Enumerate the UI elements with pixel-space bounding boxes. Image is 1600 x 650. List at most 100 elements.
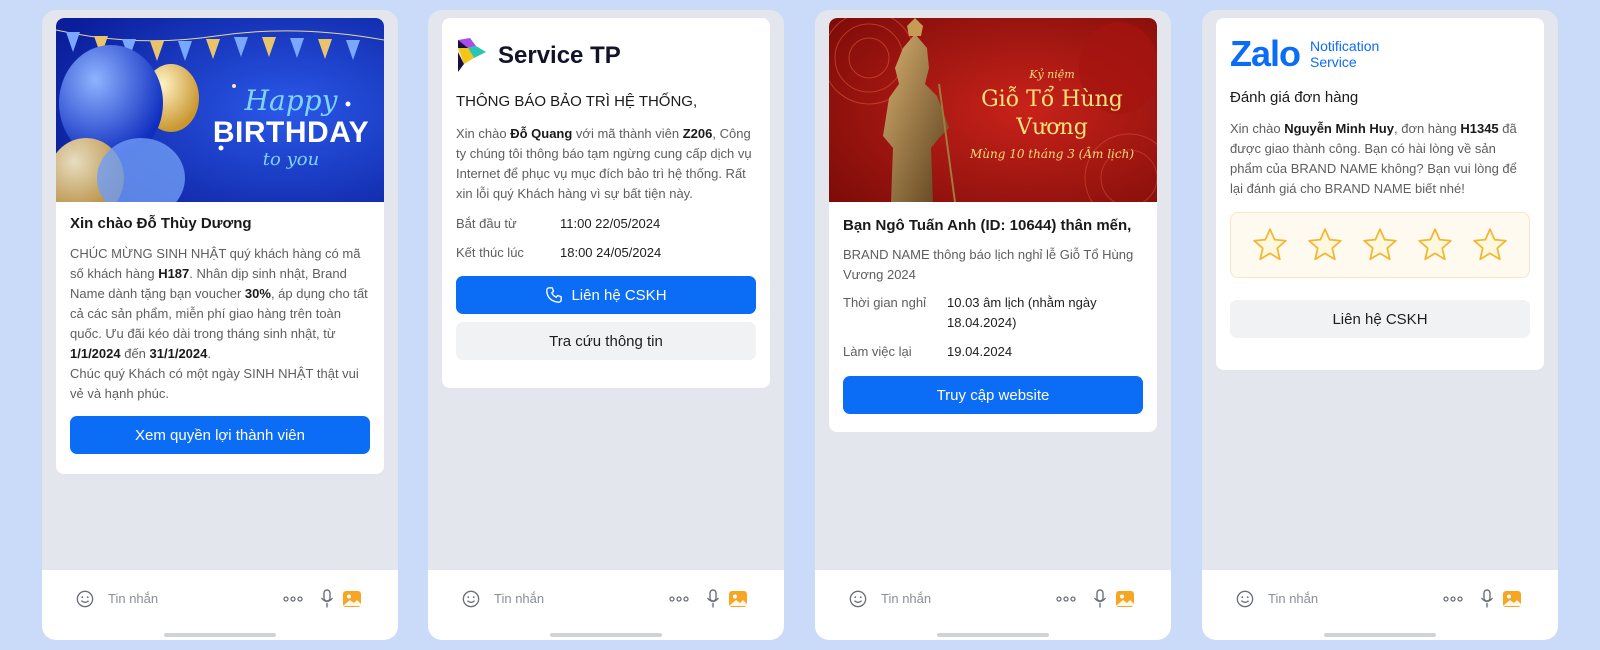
more-icon[interactable] [1055, 590, 1077, 608]
customer-code: H187 [158, 266, 190, 281]
info-label: Kết thúc lúc [456, 245, 524, 260]
message-card: Happy BIRTHDAY to you Xin chào Đỗ Thùy D… [56, 18, 384, 474]
body-text: đến [120, 346, 150, 361]
message-card: Kỷ niệm Giỗ Tổ Hùng Vương Mùng 10 tháng … [829, 18, 1157, 432]
home-indicator [164, 633, 276, 637]
home-indicator [937, 633, 1049, 637]
info-value: 11:00 22/05/2024 [560, 216, 661, 231]
member-code: Z206 [682, 126, 713, 141]
contact-support-button[interactable]: Liên hệ CSKH [1230, 300, 1530, 338]
chat-input-bar: Tin nhắn [815, 570, 1171, 640]
message-body: BRAND NAME thông báo lịch nghỉ lễ Giỗ Tổ… [843, 247, 1134, 282]
more-icon[interactable] [282, 590, 304, 608]
star-icon-2[interactable] [1306, 226, 1344, 264]
message-input[interactable]: Tin nhắn [108, 590, 158, 608]
banner-happy: Happy [244, 84, 338, 117]
chat-screen-holiday: Kỷ niệm Giỗ Tổ Hùng Vương Mùng 10 tháng … [815, 10, 1171, 640]
chat-input-bar: Tin nhắn [428, 570, 784, 640]
info-row-start: Bắt đầu từ 11:00 22/05/2024 [456, 214, 756, 234]
home-indicator [1324, 633, 1436, 637]
image-icon[interactable] [1115, 589, 1135, 609]
image-icon[interactable] [342, 589, 362, 609]
emoji-icon[interactable] [849, 590, 867, 608]
star-icon-1[interactable] [1251, 226, 1289, 264]
info-value: 19.04.2024 [947, 344, 1013, 359]
start-date: 1/1/2024 [70, 346, 121, 361]
chat-screen-birthday: Happy BIRTHDAY to you Xin chào Đỗ Thùy D… [42, 10, 398, 640]
star-icon-4[interactable] [1416, 226, 1454, 264]
info-value: 18:00 24/05/2024 [560, 245, 662, 260]
greeting: Xin chào Đỗ Thùy Dương [70, 215, 252, 232]
info-row-end: Kết thúc lúc 18:00 24/05/2024 [456, 243, 756, 263]
message-card: Zalo Notification Service Đánh giá đơn h… [1216, 18, 1544, 370]
wish-text: Chúc quý Khách có một ngày SINH NHẬT thậ… [70, 366, 359, 401]
service-tp-logo-icon [458, 38, 486, 72]
image-icon[interactable] [728, 589, 748, 609]
brand-sub-line1: Notification [1310, 38, 1380, 54]
more-icon[interactable] [668, 590, 690, 608]
banner-small: Kỷ niệm [1029, 68, 1075, 81]
notice-title: THÔNG BÁO BẢO TRÌ HỆ THỐNG, [456, 93, 698, 110]
body-text: Xin chào [1230, 121, 1285, 136]
banner-title: Giỗ Tổ Hùng Vương [981, 87, 1123, 140]
body-text: . [207, 346, 211, 361]
microphone-icon[interactable] [320, 589, 334, 609]
emoji-icon[interactable] [76, 590, 94, 608]
microphone-icon[interactable] [706, 589, 720, 609]
emoji-icon[interactable] [1236, 590, 1254, 608]
member-name: Đỗ Quang [510, 126, 573, 141]
home-indicator [550, 633, 662, 637]
zalo-logo: Zalo [1230, 33, 1301, 74]
chat-input-bar: Tin nhắn [1202, 570, 1558, 640]
holiday-banner: Kỷ niệm Giỗ Tổ Hùng Vương Mùng 10 tháng … [829, 18, 1157, 202]
star-icon-3[interactable] [1361, 226, 1399, 264]
star-rating [1230, 212, 1530, 278]
info-value: 10.03 âm lịch (nhằm ngày 18.04.2024) [947, 295, 1097, 330]
more-icon[interactable] [1442, 590, 1464, 608]
customer-name: Nguyễn Minh Huy [1284, 121, 1394, 136]
chat-input-bar: Tin nhắn [42, 570, 398, 640]
brand-header: Service TP [456, 38, 756, 74]
brand-subtitle: Notification Service [1310, 38, 1379, 70]
member-benefits-button[interactable]: Xem quyền lợi thành viên [70, 416, 370, 454]
visit-website-button[interactable]: Truy cập website [843, 376, 1143, 414]
banner-birthday: BIRTHDAY [212, 116, 370, 149]
order-code: H1345 [1460, 121, 1499, 136]
contact-support-button[interactable]: Liên hệ CSKH [456, 276, 756, 314]
lookup-info-button[interactable]: Tra cứu thông tin [456, 322, 756, 360]
info-row-off: Thời gian nghỉ 10.03 âm lịch (nhằm ngày … [843, 293, 1143, 333]
birthday-banner-text: Happy BIRTHDAY to you [206, 86, 376, 170]
holiday-banner-text: Kỷ niệm Giỗ Tổ Hùng Vương Mùng 10 tháng … [949, 68, 1155, 162]
message-body: Xin chào Nguyễn Minh Huy, đơn hàng H1345… [1230, 119, 1530, 199]
brand-name: Service TP [498, 42, 621, 69]
end-date: 31/1/2024 [149, 346, 208, 361]
info-label: Bắt đầu từ [456, 216, 517, 231]
message-body: Xin chào Đỗ Quang với mã thành viên Z206… [456, 124, 756, 204]
body-text: , đơn hàng [1393, 121, 1461, 136]
banner-sub: Mùng 10 tháng 3 (Âm lịch) [969, 147, 1135, 161]
message-input[interactable]: Tin nhắn [494, 590, 544, 608]
image-icon[interactable] [1502, 589, 1522, 609]
info-label: Thời gian nghỉ [843, 295, 926, 310]
info-row-resume: Làm việc lại 19.04.2024 [843, 342, 1143, 362]
microphone-icon[interactable] [1480, 589, 1494, 609]
emoji-icon[interactable] [462, 590, 480, 608]
phone-icon [546, 287, 563, 303]
message-input[interactable]: Tin nhắn [881, 590, 931, 608]
message-card: Service TP THÔNG BÁO BẢO TRÌ HỆ THỐNG, X… [442, 18, 770, 388]
chat-screen-service-tp: Service TP THÔNG BÁO BẢO TRÌ HỆ THỐNG, X… [428, 10, 784, 640]
body-text: Xin chào [456, 126, 511, 141]
contact-support-label: Liên hệ CSKH [571, 286, 667, 304]
message-body: CHÚC MỪNG SINH NHẬT quý khách hàng có mã… [70, 244, 370, 364]
banner-to-you: to you [262, 149, 320, 170]
microphone-icon[interactable] [1093, 589, 1107, 609]
star-icon-5[interactable] [1471, 226, 1509, 264]
voucher-value: 30% [244, 286, 271, 301]
greeting: Bạn Ngô Tuấn Anh (ID: 10644) thân mến, [843, 217, 1132, 234]
brand-sub-line2: Service [1310, 54, 1357, 70]
brand-header: Zalo Notification Service [1230, 36, 1530, 72]
message-input[interactable]: Tin nhắn [1268, 590, 1318, 608]
birthday-banner: Happy BIRTHDAY to you [56, 18, 384, 202]
review-title: Đánh giá đơn hàng [1230, 89, 1359, 106]
body-text: với mã thành viên [572, 126, 683, 141]
